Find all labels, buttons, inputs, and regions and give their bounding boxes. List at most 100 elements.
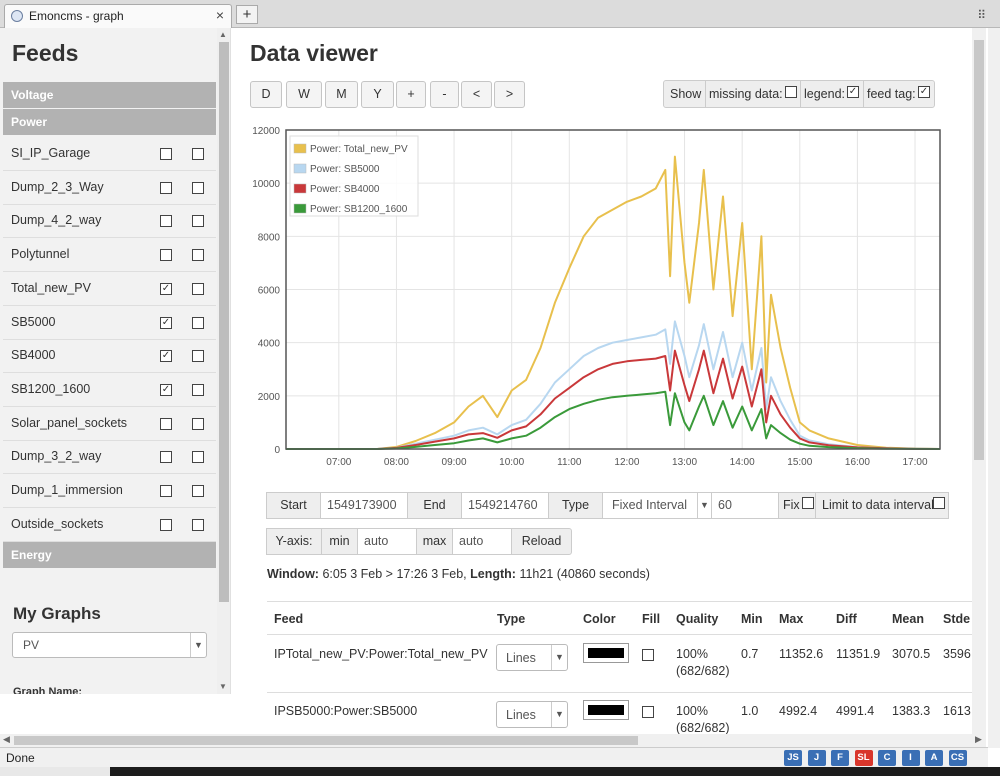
month-button[interactable]: M [325,81,358,108]
feed-left-axis-checkbox[interactable]: ✓ [160,282,172,295]
x-tick-label: 11:00 [557,457,582,468]
feed-right-axis-checkbox[interactable] [192,383,204,396]
feed-right-axis-checkbox[interactable] [192,518,204,531]
window-value: 6:05 3 Feb > 17:26 3 Feb, [322,567,467,581]
feed-left-axis-checkbox[interactable] [160,249,172,262]
addon-badge[interactable]: JS [784,750,802,766]
legend-label: Power: Total_new_PV [310,144,408,155]
start-label: Start [266,492,321,519]
pan-left-button[interactable]: < [461,81,492,108]
y-min-input[interactable]: auto [357,528,417,555]
feed-row[interactable]: Outside_sockets [3,508,216,542]
scroll-up-icon[interactable]: ▲ [219,30,227,39]
addon-badge[interactable]: A [925,750,943,766]
group-voltage[interactable]: Voltage [3,82,216,108]
feed-row[interactable]: Dump_3_2_way [3,440,216,475]
main-scroll-thumb[interactable] [974,40,984,460]
series-color-swatch[interactable] [583,643,629,663]
zoom-out-button[interactable]: - [430,81,459,108]
week-button[interactable]: W [286,81,322,108]
feed-row[interactable]: Dump_2_3_Way [3,171,216,205]
feed-right-axis-checkbox[interactable] [192,148,204,160]
feed-row[interactable]: Solar_panel_sockets [3,407,216,441]
chart-svg[interactable]: 0 2000 4000 6000 8000 10000 12000 07:00 08:00 09:… [246,120,946,480]
new-tab-button[interactable]: + [236,5,258,24]
interval-input[interactable]: 60 [711,492,779,519]
scroll-down-icon[interactable]: ▼ [219,682,227,691]
feed-right-axis-checkbox[interactable] [192,485,204,497]
feed-tag-checkbox[interactable]: ✓ [918,86,930,98]
addon-badge[interactable]: CS [948,750,967,766]
missing-data-checkbox[interactable] [785,86,797,98]
legend-checkbox[interactable]: ✓ [847,86,859,98]
feed-right-axis-checkbox[interactable] [192,417,204,430]
feed-name: SB4000 [11,348,56,363]
pan-right-button[interactable]: > [494,81,525,108]
feed-row[interactable]: SB1200_1600 ✓ [3,373,216,407]
grip-icon[interactable]: ⠿ [977,8,986,22]
feed-right-axis-checkbox[interactable] [192,350,204,363]
browser-tab[interactable]: Emoncms - graph × [4,4,232,28]
addon-badge[interactable]: J [807,750,826,766]
feed-left-axis-checkbox[interactable]: ✓ [160,383,172,396]
feed-right-axis-checkbox[interactable] [192,451,204,464]
interval-type-select[interactable]: Fixed Interval ▼ [602,492,712,519]
feed-left-axis-checkbox[interactable] [160,215,172,228]
zoom-in-button[interactable]: + [396,81,426,108]
scroll-left-icon[interactable]: ◀ [3,734,10,745]
group-power[interactable]: Power [3,109,216,135]
feed-left-axis-checkbox[interactable] [160,451,172,464]
fix-checkbox[interactable] [802,497,814,509]
series-type-value: Lines [506,708,536,722]
sidebar-scroll-thumb[interactable] [219,42,229,602]
year-button[interactable]: Y [361,81,394,108]
feed-row[interactable]: Dump_4_2_way [3,204,216,239]
series-fill-checkbox[interactable] [642,706,654,718]
series-type-select[interactable]: Lines ▼ [496,701,568,728]
addon-badge[interactable]: F [831,750,849,766]
start-input[interactable]: 1549173900 [320,492,408,519]
feed-left-axis-checkbox[interactable] [160,148,172,160]
feed-row[interactable]: SI_IP_Garage [3,137,216,171]
feed-right-axis-checkbox[interactable] [192,316,204,329]
addon-badge[interactable]: SL [854,750,873,766]
feed-row[interactable]: Total_new_PV ✓ [3,272,216,306]
cell-mean: 1383.3 [892,704,931,718]
feed-left-axis-checkbox[interactable] [160,417,172,430]
series-color-swatch[interactable] [583,700,629,720]
close-icon[interactable]: × [216,7,224,23]
feed-name: Dump_2_3_Way [11,179,104,194]
feed-left-axis-checkbox[interactable]: ✓ [160,350,172,363]
feed-right-axis-checkbox[interactable] [192,181,204,194]
group-energy[interactable]: Energy [3,542,216,568]
addon-badge[interactable]: C [878,750,896,766]
limit-checkbox[interactable] [933,497,945,509]
chevron-down-icon: ▼ [551,645,567,670]
feed-right-axis-checkbox[interactable] [192,249,204,262]
feed-row[interactable]: Dump_1_immersion [3,474,216,508]
y-max-input[interactable]: auto [452,528,512,555]
horizontal-scroll-thumb[interactable] [14,736,638,745]
feed-left-axis-checkbox[interactable] [160,181,172,194]
feed-row[interactable]: SB5000 ✓ [3,306,216,340]
y-axis-label: Y-axis: [266,528,322,555]
series-fill-checkbox[interactable] [642,649,654,661]
addon-badge[interactable]: I [901,750,920,766]
power-chart[interactable]: 0 2000 4000 6000 8000 10000 12000 07:00 08:00 09:… [246,120,946,480]
feed-row[interactable]: Polytunnel [3,238,216,273]
feed-row[interactable]: SB4000 ✓ [3,339,216,374]
cell-mean: 3070.5 [892,647,931,661]
limit-label: Limit to data interval [822,498,934,512]
feed-left-axis-checkbox[interactable] [160,485,172,497]
scroll-right-icon[interactable]: ▶ [975,734,982,745]
graph-select[interactable]: PV ▼ [12,632,207,658]
reload-button[interactable]: Reload [511,528,572,555]
feed-left-axis-checkbox[interactable]: ✓ [160,316,172,329]
desktop-strip [0,767,1000,776]
end-input[interactable]: 1549214760 [461,492,549,519]
day-button[interactable]: D [250,81,282,108]
feed-right-axis-checkbox[interactable] [192,215,204,228]
series-type-select[interactable]: Lines ▼ [496,644,568,671]
feed-left-axis-checkbox[interactable] [160,518,172,531]
feed-right-axis-checkbox[interactable] [192,282,204,295]
